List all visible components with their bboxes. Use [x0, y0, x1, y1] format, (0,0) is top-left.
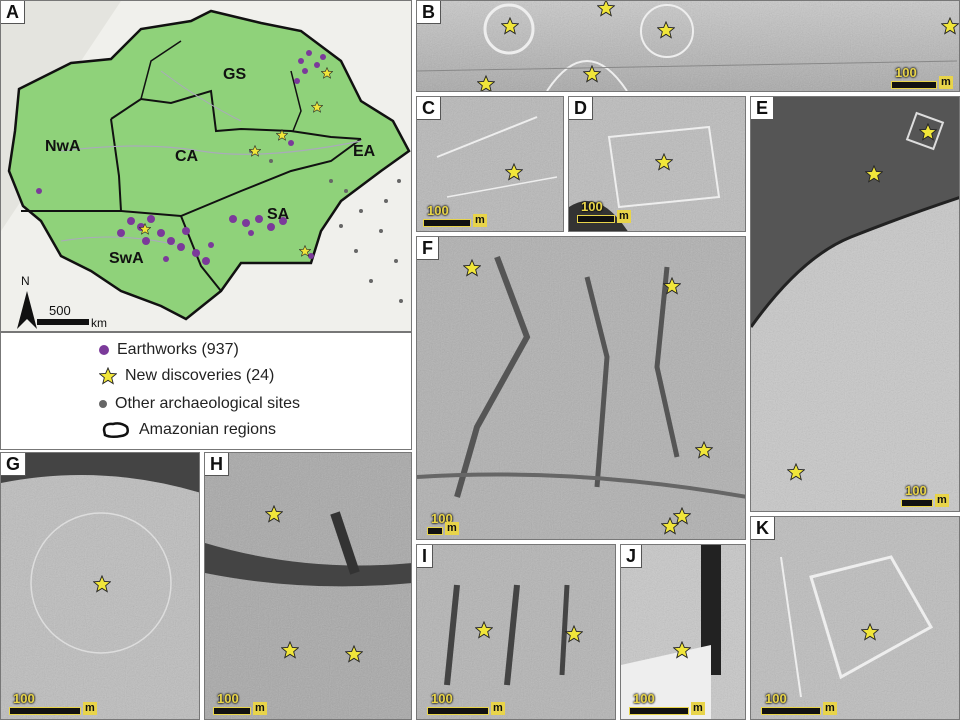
panel-label: D — [569, 97, 593, 120]
svg-text:N: N — [21, 274, 30, 288]
star-icon — [565, 625, 583, 643]
panel-label: G — [1, 453, 26, 476]
panel-e-lidar: E 100m — [750, 96, 960, 512]
region-gs: GS — [223, 66, 246, 83]
legend-new: New discoveries (24) — [99, 367, 274, 385]
star-icon — [861, 623, 879, 641]
star-icon — [865, 165, 883, 183]
panel-label: E — [751, 97, 774, 120]
panel-label: J — [621, 545, 642, 568]
star-icon — [919, 123, 937, 141]
star-icon — [501, 17, 519, 35]
region-ea: EA — [353, 143, 376, 160]
panel-g-lidar: G 100m — [0, 452, 200, 720]
star-icon — [345, 645, 363, 663]
panel-f-lidar: F 100m — [416, 236, 746, 540]
legend-regions: Amazonian regions — [101, 421, 276, 439]
panel-label: A — [1, 1, 25, 24]
star-icon — [657, 21, 675, 39]
panel-d-lidar: D 100m — [568, 96, 746, 232]
star-icon — [463, 259, 481, 277]
earthwork-dot-icon — [99, 345, 109, 355]
panel-label: K — [751, 517, 775, 540]
star-icon — [583, 65, 601, 83]
star-icon — [93, 575, 111, 593]
panel-label: C — [417, 97, 441, 120]
panel-i-lidar: I 100m — [416, 544, 616, 720]
region-outline-icon — [101, 421, 131, 439]
region-ca: CA — [175, 148, 199, 165]
map-scale-unit: km — [91, 316, 107, 330]
star-icon — [597, 0, 615, 17]
star-icon — [787, 463, 805, 481]
star-icon — [941, 17, 959, 35]
legend: Earthworks (937) New discoveries (24) Ot… — [0, 332, 412, 450]
map-scale-value: 500 — [49, 303, 71, 318]
star-icon — [663, 277, 681, 295]
star-icon — [673, 641, 691, 659]
region-swa: SwA — [109, 250, 144, 267]
legend-earthworks: Earthworks (937) — [99, 341, 239, 359]
panel-label: I — [417, 545, 433, 568]
star-icon — [505, 163, 523, 181]
star-icon — [477, 75, 495, 92]
panel-label: B — [417, 1, 441, 24]
panel-label: F — [417, 237, 439, 260]
panel-j-lidar: J 100m — [620, 544, 746, 720]
star-icon — [661, 517, 679, 535]
star-icon — [281, 641, 299, 659]
region-sa: SA — [267, 206, 290, 223]
star-icon — [265, 505, 283, 523]
star-icon — [695, 441, 713, 459]
panel-k-lidar: K 100m — [750, 516, 960, 720]
star-icon — [99, 367, 117, 385]
amazon-map: GS NwA CA EA SA SwA N 500 km — [1, 1, 412, 332]
legend-other: Other archaeological sites — [99, 395, 300, 413]
other-site-dot-icon — [99, 400, 107, 408]
panel-b-lidar: B 100m — [416, 0, 960, 92]
panel-a-map: A GS NwA CA EA SA SwA — [0, 0, 412, 332]
star-icon — [475, 621, 493, 639]
panel-label: H — [205, 453, 229, 476]
region-nwa: NwA — [45, 138, 81, 155]
panel-h-lidar: H 100m — [204, 452, 412, 720]
panel-c-lidar: C 100m — [416, 96, 564, 232]
star-icon — [655, 153, 673, 171]
